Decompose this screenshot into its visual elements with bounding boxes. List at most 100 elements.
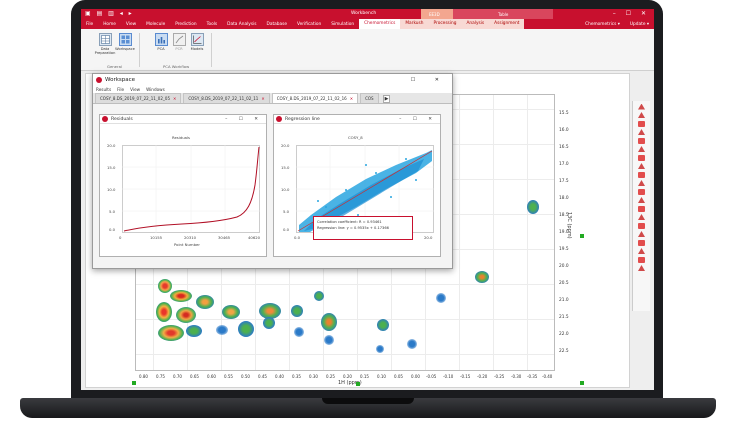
integral-icon[interactable] [638, 120, 645, 127]
x-tick: 0.00 [411, 374, 420, 379]
peak-icon[interactable] [638, 146, 645, 152]
y-tick: 5.0 [283, 209, 290, 214]
group-label-general: General [107, 64, 122, 69]
menu-windows[interactable]: Windows [146, 87, 165, 92]
tab-file[interactable]: File [81, 22, 98, 27]
peak-icon[interactable] [638, 129, 645, 135]
contour-peak [158, 325, 184, 341]
tab-data-analysis[interactable]: Data Analysis [222, 22, 261, 27]
structure-icon[interactable] [638, 239, 645, 246]
pcr-icon [172, 33, 186, 46]
contour-peak [436, 293, 446, 303]
peak-icon[interactable] [638, 248, 645, 254]
menu-results[interactable]: Results [96, 87, 111, 92]
contour-peak [158, 279, 172, 293]
residuals-plot[interactable] [122, 145, 260, 233]
chemometrics-dropdown[interactable]: Chemometrics ▾ [580, 22, 625, 27]
models-chart-icon [190, 33, 204, 46]
menu-view[interactable]: View [130, 87, 140, 92]
tab-home[interactable]: Home [98, 22, 121, 27]
peak-icon[interactable] [638, 214, 645, 220]
contour-peak [170, 290, 192, 302]
close-tab-icon[interactable]: ✕ [350, 96, 353, 101]
window-controls[interactable]: – ☐ ✕ [225, 117, 263, 122]
dataset-tab[interactable]: COSY_8.DS_2019_07_22_11_02_05 ✕ [95, 93, 182, 103]
dataset-tab-label: COSY_8.DS_2019_07_22_11_02_16 [276, 96, 347, 101]
tab-chemometrics[interactable]: Chemometrics [359, 19, 401, 29]
tab-database[interactable]: Database [262, 22, 293, 27]
pca-label: PCA [157, 47, 165, 51]
settings-icon[interactable] [638, 256, 645, 263]
multiplet-icon[interactable] [638, 137, 645, 144]
tab-scroll-right-icon[interactable]: ▶ [382, 95, 391, 103]
workspace-window-controls[interactable]: ☐ ✕ [411, 77, 448, 83]
contour-peak [186, 325, 202, 337]
y-tick: 5.0 [109, 209, 116, 214]
resize-handle[interactable] [580, 234, 584, 238]
grid-line [136, 319, 554, 320]
y-tick: 17.0 [559, 162, 569, 167]
workspace-tabs: COSY_8.DS_2019_07_22_11_02_05 ✕ COSY_8.DS… [93, 93, 452, 104]
regression-titlebar[interactable]: Regression line – ☐ ✕ [274, 115, 440, 124]
workspace-label: Workspace [115, 47, 135, 51]
tab-prediction[interactable]: Prediction [170, 22, 201, 27]
phase-icon[interactable] [638, 205, 645, 212]
contour-peak [291, 305, 303, 317]
tab-tools[interactable]: Tools [202, 22, 223, 27]
workspace-button[interactable]: Workspace [115, 33, 135, 51]
x-tick: 10155 [150, 235, 163, 240]
tab-processing[interactable]: Processing [428, 19, 462, 29]
models-label: Models [190, 47, 204, 51]
workspace-titlebar[interactable]: Workspace ☐ ✕ [93, 74, 452, 85]
x-tick: 20310 [184, 235, 197, 240]
contour-peak [263, 317, 275, 329]
close-tab-icon[interactable]: ✕ [173, 96, 176, 101]
pcr-button[interactable]: PCR [171, 33, 187, 51]
peak-icon[interactable] [638, 231, 645, 237]
cursor-icon[interactable] [638, 154, 645, 161]
peak-icon[interactable] [638, 197, 645, 203]
contour-peak [294, 327, 304, 337]
models-button[interactable]: Models [189, 33, 205, 51]
tab-molecule[interactable]: Molecule [141, 22, 170, 27]
window-controls[interactable]: – ☐ ✕ [613, 10, 650, 17]
tab-assignment[interactable]: Assignment [489, 19, 525, 29]
update-dropdown[interactable]: Update ▾ [625, 22, 654, 27]
x-tick: 0.60 [207, 374, 216, 379]
data-preparation-button[interactable]: Data Preparation [95, 33, 115, 55]
tab-verification[interactable]: Verification [292, 22, 326, 27]
dataset-tab-label: COSY_8.DS_2019_07_22_11_02_11 [188, 96, 259, 101]
residuals-titlebar[interactable]: Residuals – ☐ ✕ [100, 115, 266, 124]
dataset-tab[interactable]: COSY_8.DS_2019_07_22_11_02_11 ✕ [183, 93, 270, 103]
menu-file[interactable]: File [117, 87, 124, 92]
x-tick: 0 [119, 235, 122, 240]
peak-icon[interactable] [638, 180, 645, 186]
x-tick: 0.40 [275, 374, 284, 379]
peak-icon[interactable] [638, 163, 645, 169]
tab-view[interactable]: View [121, 22, 141, 27]
resize-handle[interactable] [132, 381, 136, 385]
dataset-tab[interactable]: COS [360, 93, 379, 103]
resize-handle[interactable] [356, 382, 360, 386]
residuals-title: Residuals [111, 116, 133, 122]
window-controls[interactable]: – ☐ ✕ [399, 117, 437, 122]
residuals-window[interactable]: Residuals – ☐ ✕ Residuals 20.0 15.0 10.0… [99, 114, 267, 257]
quick-access-icons[interactable]: ▣ ▤ ▥ ◂ ▸ [85, 10, 134, 17]
tab-markush[interactable]: Markush [400, 19, 429, 29]
peak-icon[interactable] [638, 103, 645, 110]
peak-icon[interactable] [638, 265, 645, 271]
close-tab-icon[interactable]: ✕ [261, 96, 264, 101]
baseline-icon[interactable] [638, 222, 645, 229]
app-screen: ▣ ▤ ▥ ◂ ▸ Workbench EE3D Table – ☐ ✕ Fil… [81, 9, 654, 390]
peak-icon[interactable] [638, 112, 645, 118]
ribbon-separator [211, 33, 212, 67]
y-tick: 15.0 [281, 165, 290, 170]
tab-simulation[interactable]: Simulation [326, 22, 359, 27]
pca-button[interactable]: PCA [153, 33, 169, 51]
resize-handle[interactable] [580, 381, 584, 385]
grid-icon[interactable] [638, 188, 645, 195]
y-tick: 20.0 [281, 143, 290, 148]
dataset-tab-active[interactable]: COSY_8.DS_2019_07_22_11_02_16 ✕ [271, 93, 359, 103]
tab-analysis[interactable]: Analysis [461, 19, 490, 29]
zoom-icon[interactable] [638, 171, 645, 178]
